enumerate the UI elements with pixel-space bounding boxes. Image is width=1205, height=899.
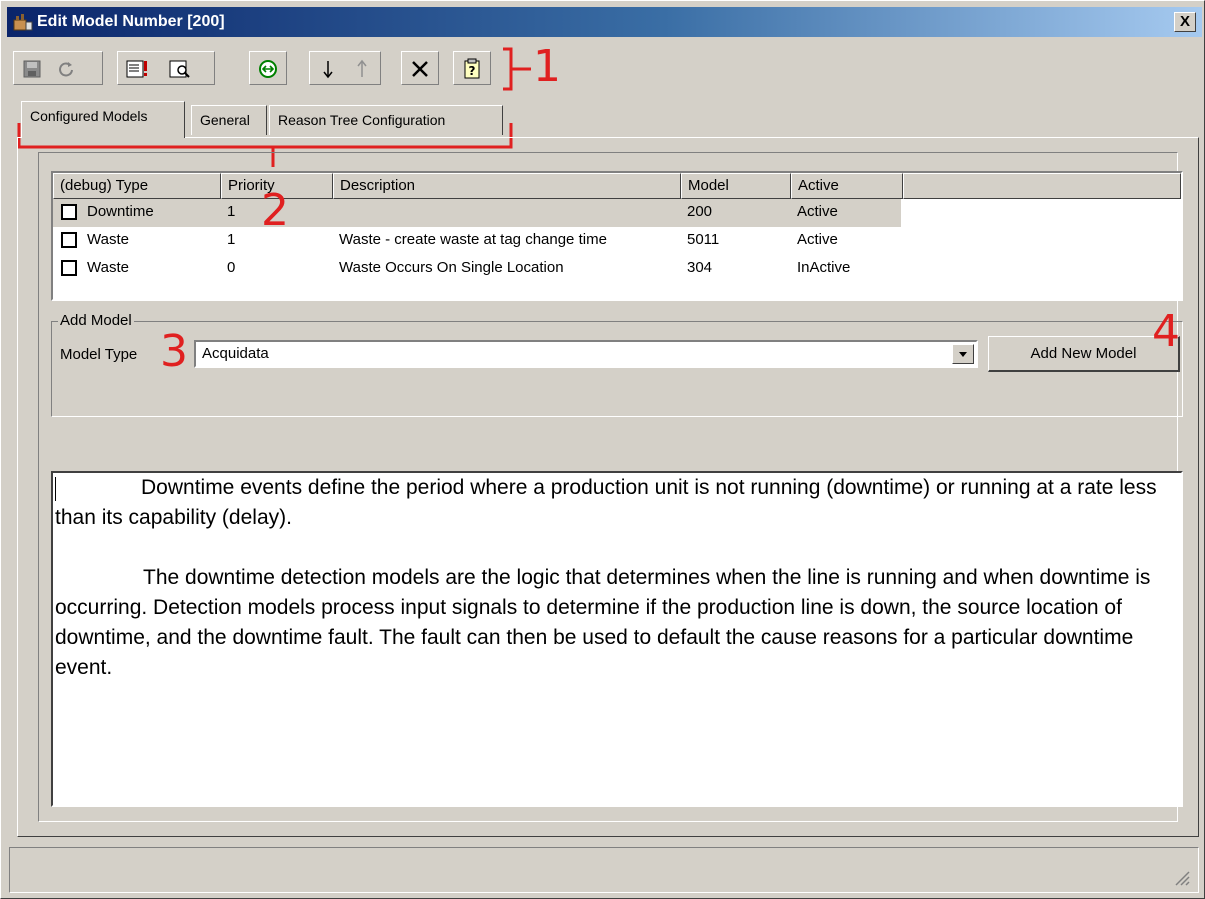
description-paragraph-2: The downtime detection models are the lo… bbox=[55, 566, 1151, 679]
cell-model: 200 bbox=[687, 203, 713, 220]
annotation-bracket-1 bbox=[503, 47, 531, 91]
cell-active: Active bbox=[797, 203, 838, 220]
toolbar-group-docs bbox=[117, 51, 215, 85]
svg-text:?: ? bbox=[469, 64, 476, 78]
cell-description: Waste Occurs On Single Location bbox=[339, 259, 564, 276]
cell-priority: 1 bbox=[227, 231, 236, 248]
move-up-button[interactable] bbox=[348, 55, 376, 83]
column-header-active[interactable]: Active bbox=[791, 173, 903, 199]
help-icon: ? bbox=[464, 58, 480, 79]
document-warning-icon bbox=[126, 60, 147, 78]
toolbar: ? 1 bbox=[13, 45, 1198, 93]
cell-priority: 0 bbox=[227, 259, 236, 276]
print-preview-icon bbox=[169, 60, 190, 78]
list-header: (debug) Type Priority Description Model … bbox=[53, 173, 1181, 199]
refresh-button[interactable] bbox=[52, 55, 80, 83]
edit-model-window: Edit Model Number [200] X ? 1 Configured… bbox=[0, 0, 1205, 899]
add-model-group: Add Model Model Type 3 Acquidata Add New… bbox=[51, 310, 1183, 417]
cell-priority: 1 bbox=[227, 203, 236, 220]
arrow-up-icon bbox=[357, 59, 367, 77]
print-preview-button[interactable] bbox=[166, 55, 194, 83]
row-highlight bbox=[53, 199, 901, 227]
chevron-down-icon bbox=[959, 352, 967, 357]
toolbar-group-move bbox=[309, 51, 381, 85]
text-caret bbox=[55, 477, 56, 501]
cell-active: InActive bbox=[797, 259, 851, 276]
refresh-icon bbox=[59, 62, 73, 77]
delete-button[interactable] bbox=[406, 55, 434, 83]
row-checkbox[interactable] bbox=[61, 204, 77, 220]
resize-grip-icon[interactable] bbox=[1172, 868, 1190, 886]
toolbar-group-action bbox=[249, 51, 287, 85]
tab-configured-models[interactable]: Configured Models bbox=[21, 101, 185, 138]
check-circle-icon bbox=[259, 60, 277, 78]
annotation-2: 2 bbox=[261, 185, 289, 236]
window-title: Edit Model Number [200] bbox=[37, 13, 225, 30]
help-button[interactable]: ? bbox=[458, 55, 486, 83]
table-row[interactable]: Waste 0 Waste Occurs On Single Location … bbox=[53, 255, 1181, 283]
annotation-3: 3 bbox=[160, 326, 188, 377]
column-header-model[interactable]: Model bbox=[681, 173, 791, 199]
toolbar-group-file bbox=[13, 51, 103, 85]
save-button[interactable] bbox=[18, 55, 46, 83]
document-warning-button[interactable] bbox=[124, 55, 152, 83]
dropdown-button[interactable] bbox=[952, 344, 974, 364]
toolbar-group-help: ? bbox=[453, 51, 491, 85]
title-bar[interactable]: Edit Model Number [200] X bbox=[7, 7, 1202, 37]
table-row[interactable]: Downtime 1 200 Active bbox=[53, 199, 1181, 227]
column-header-filler bbox=[903, 173, 1181, 199]
annotation-4: 4 bbox=[1152, 306, 1180, 357]
cell-type: Waste bbox=[87, 231, 129, 248]
move-down-button[interactable] bbox=[314, 55, 342, 83]
check-circle-button[interactable] bbox=[254, 55, 282, 83]
column-header-description[interactable]: Description bbox=[333, 173, 681, 199]
cell-type: Waste bbox=[87, 259, 129, 276]
tab-label: Configured Models bbox=[30, 108, 148, 124]
inner-frame: (debug) Type Priority Description Model … bbox=[38, 152, 1183, 822]
status-bar bbox=[9, 847, 1199, 893]
annotation-1: 1 bbox=[533, 41, 561, 92]
row-checkbox[interactable] bbox=[61, 232, 77, 248]
model-type-label: Model Type bbox=[60, 346, 138, 363]
model-type-value: Acquidata bbox=[202, 345, 269, 362]
tab-panel: (debug) Type Priority Description Model … bbox=[17, 137, 1199, 837]
table-row[interactable]: Waste 1 Waste - create waste at tag chan… bbox=[53, 227, 1181, 255]
cell-model: 5011 bbox=[687, 231, 720, 248]
toolbar-group-delete bbox=[401, 51, 439, 85]
column-header-type[interactable]: (debug) Type bbox=[53, 173, 221, 199]
model-description-textarea[interactable]: Downtime events define the period where … bbox=[51, 471, 1183, 807]
description-paragraph-1: Downtime events define the period where … bbox=[55, 476, 1157, 529]
cell-description: Waste - create waste at tag change time bbox=[339, 231, 607, 248]
cell-active: Active bbox=[797, 231, 838, 248]
app-icon bbox=[13, 12, 33, 32]
row-checkbox[interactable] bbox=[61, 260, 77, 276]
delete-icon bbox=[412, 61, 428, 77]
close-button[interactable]: X bbox=[1174, 12, 1196, 32]
models-list[interactable]: (debug) Type Priority Description Model … bbox=[51, 171, 1183, 301]
arrow-down-icon bbox=[323, 61, 333, 79]
cell-model: 304 bbox=[687, 259, 713, 276]
cell-type: Downtime bbox=[87, 203, 154, 220]
save-icon bbox=[23, 60, 41, 78]
model-type-select[interactable]: Acquidata bbox=[194, 340, 978, 368]
add-model-legend: Add Model bbox=[58, 312, 134, 329]
